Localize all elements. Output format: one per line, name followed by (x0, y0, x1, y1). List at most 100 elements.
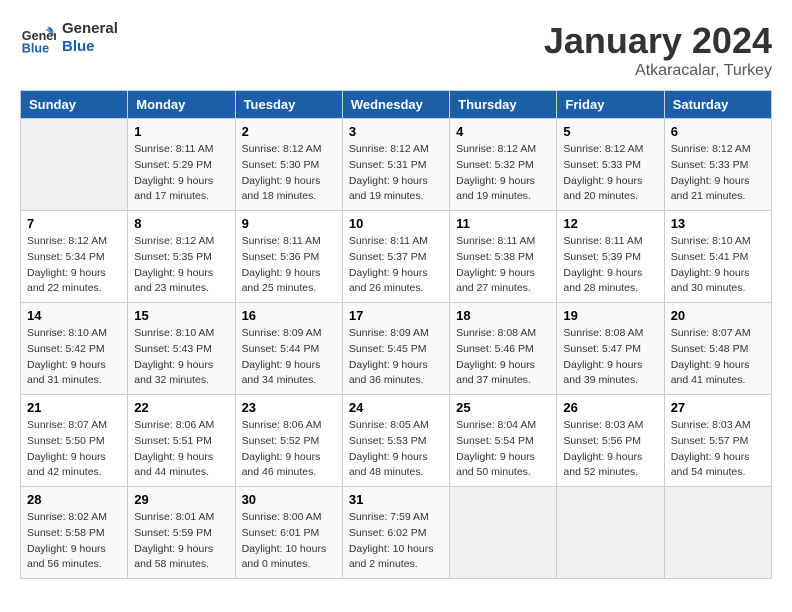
day-info: Sunrise: 8:09 AMSunset: 5:44 PMDaylight:… (242, 326, 336, 389)
weekday-header-wednesday: Wednesday (342, 91, 449, 119)
calendar-cell: 30 Sunrise: 8:00 AMSunset: 6:01 PMDayligh… (235, 487, 342, 579)
calendar-cell: 3 Sunrise: 8:12 AMSunset: 5:31 PMDaylight… (342, 119, 449, 211)
day-number: 19 (563, 308, 657, 323)
day-info: Sunrise: 8:11 AMSunset: 5:37 PMDaylight:… (349, 234, 443, 297)
day-number: 24 (349, 400, 443, 415)
day-info: Sunrise: 8:12 AMSunset: 5:34 PMDaylight:… (27, 234, 121, 297)
page-header: General Blue General Blue January 2024 A… (20, 20, 772, 80)
title-block: January 2024 Atkaracalar, Turkey (544, 20, 772, 80)
day-number: 7 (27, 216, 121, 231)
day-info: Sunrise: 8:12 AMSunset: 5:35 PMDaylight:… (134, 234, 228, 297)
day-number: 22 (134, 400, 228, 415)
day-info: Sunrise: 8:06 AMSunset: 5:51 PMDaylight:… (134, 418, 228, 481)
day-number: 8 (134, 216, 228, 231)
calendar-cell: 8 Sunrise: 8:12 AMSunset: 5:35 PMDaylight… (128, 211, 235, 303)
calendar-cell: 25 Sunrise: 8:04 AMSunset: 5:54 PMDayligh… (450, 395, 557, 487)
calendar-cell: 4Sunrise: 8:12 AMSunset: 5:32 PMDaylight… (450, 119, 557, 211)
day-number: 2 (242, 124, 336, 139)
day-number: 26 (563, 400, 657, 415)
day-number: 5 (563, 124, 657, 139)
weekday-header-sunday: Sunday (21, 91, 128, 119)
calendar-week-row: 21Sunrise: 8:07 AMSunset: 5:50 PMDayligh… (21, 395, 772, 487)
calendar-cell (450, 487, 557, 579)
day-info: Sunrise: 8:03 AMSunset: 5:57 PMDaylight:… (671, 418, 765, 481)
day-info: Sunrise: 8:11 AMSunset: 5:36 PMDaylight:… (242, 234, 336, 297)
day-number: 3 (349, 124, 443, 139)
day-number: 25 (456, 400, 550, 415)
svg-text:Blue: Blue (22, 41, 49, 55)
weekday-header-thursday: Thursday (450, 91, 557, 119)
day-info: Sunrise: 8:12 AMSunset: 5:33 PMDaylight:… (671, 142, 765, 205)
day-info: Sunrise: 8:10 AMSunset: 5:42 PMDaylight:… (27, 326, 121, 389)
day-number: 29 (134, 492, 228, 507)
calendar-table: SundayMondayTuesdayWednesdayThursdayFrid… (20, 90, 772, 579)
logo-blue: Blue (62, 38, 118, 56)
day-number: 27 (671, 400, 765, 415)
day-number: 4 (456, 124, 550, 139)
day-number: 16 (242, 308, 336, 323)
calendar-cell: 29 Sunrise: 8:01 AMSunset: 5:59 PMDayligh… (128, 487, 235, 579)
calendar-cell (664, 487, 771, 579)
day-info: Sunrise: 8:10 AMSunset: 5:43 PMDaylight:… (134, 326, 228, 389)
day-info: Sunrise: 8:08 AMSunset: 5:46 PMDaylight:… (456, 326, 550, 389)
day-number: 23 (242, 400, 336, 415)
logo-icon: General Blue (20, 20, 56, 56)
calendar-cell: 6 Sunrise: 8:12 AMSunset: 5:33 PMDaylight… (664, 119, 771, 211)
day-info: Sunrise: 8:12 AMSunset: 5:31 PMDaylight:… (349, 142, 443, 205)
calendar-week-row: 7 Sunrise: 8:12 AMSunset: 5:34 PMDaylight… (21, 211, 772, 303)
calendar-cell: 18 Sunrise: 8:08 AMSunset: 5:46 PMDayligh… (450, 303, 557, 395)
calendar-cell: 15 Sunrise: 8:10 AMSunset: 5:43 PMDayligh… (128, 303, 235, 395)
day-info: Sunrise: 8:07 AMSunset: 5:50 PMDaylight:… (27, 418, 121, 481)
calendar-cell: 23 Sunrise: 8:06 AMSunset: 5:52 PMDayligh… (235, 395, 342, 487)
calendar-cell: 20Sunrise: 8:07 AMSunset: 5:48 PMDayligh… (664, 303, 771, 395)
calendar-cell: 14Sunrise: 8:10 AMSunset: 5:42 PMDayligh… (21, 303, 128, 395)
day-info: Sunrise: 8:12 AMSunset: 5:30 PMDaylight:… (242, 142, 336, 205)
calendar-cell: 19Sunrise: 8:08 AMSunset: 5:47 PMDayligh… (557, 303, 664, 395)
day-number: 13 (671, 216, 765, 231)
calendar-cell (21, 119, 128, 211)
calendar-cell: 12 Sunrise: 8:11 AMSunset: 5:39 PMDayligh… (557, 211, 664, 303)
calendar-cell: 16 Sunrise: 8:09 AMSunset: 5:44 PMDayligh… (235, 303, 342, 395)
day-info: Sunrise: 8:12 AMSunset: 5:33 PMDaylight:… (563, 142, 657, 205)
day-info: Sunrise: 8:05 AMSunset: 5:53 PMDaylight:… (349, 418, 443, 481)
day-number: 11 (456, 216, 550, 231)
day-info: Sunrise: 8:10 AMSunset: 5:41 PMDaylight:… (671, 234, 765, 297)
calendar-cell: 11 Sunrise: 8:11 AMSunset: 5:38 PMDayligh… (450, 211, 557, 303)
day-info: Sunrise: 8:04 AMSunset: 5:54 PMDaylight:… (456, 418, 550, 481)
day-info: Sunrise: 8:06 AMSunset: 5:52 PMDaylight:… (242, 418, 336, 481)
calendar-cell: 21Sunrise: 8:07 AMSunset: 5:50 PMDayligh… (21, 395, 128, 487)
day-number: 17 (349, 308, 443, 323)
day-number: 31 (349, 492, 443, 507)
day-info: Sunrise: 8:11 AMSunset: 5:38 PMDaylight:… (456, 234, 550, 297)
weekday-header-friday: Friday (557, 91, 664, 119)
day-number: 1 (134, 124, 228, 139)
calendar-cell: 1Sunrise: 8:11 AMSunset: 5:29 PMDaylight… (128, 119, 235, 211)
calendar-week-row: 28Sunrise: 8:02 AMSunset: 5:58 PMDayligh… (21, 487, 772, 579)
calendar-week-row: 1Sunrise: 8:11 AMSunset: 5:29 PMDaylight… (21, 119, 772, 211)
day-number: 18 (456, 308, 550, 323)
day-info: Sunrise: 8:01 AMSunset: 5:59 PMDaylight:… (134, 510, 228, 573)
calendar-week-row: 14Sunrise: 8:10 AMSunset: 5:42 PMDayligh… (21, 303, 772, 395)
weekday-header-tuesday: Tuesday (235, 91, 342, 119)
calendar-cell: 28Sunrise: 8:02 AMSunset: 5:58 PMDayligh… (21, 487, 128, 579)
calendar-cell: 2 Sunrise: 8:12 AMSunset: 5:30 PMDaylight… (235, 119, 342, 211)
day-number: 30 (242, 492, 336, 507)
calendar-body: 1Sunrise: 8:11 AMSunset: 5:29 PMDaylight… (21, 119, 772, 579)
calendar-cell: 17Sunrise: 8:09 AMSunset: 5:45 PMDayligh… (342, 303, 449, 395)
calendar-cell: 31 Sunrise: 7:59 AMSunset: 6:02 PMDayligh… (342, 487, 449, 579)
day-info: Sunrise: 8:11 AMSunset: 5:39 PMDaylight:… (563, 234, 657, 297)
day-number: 6 (671, 124, 765, 139)
day-number: 12 (563, 216, 657, 231)
weekday-header-monday: Monday (128, 91, 235, 119)
day-info: Sunrise: 7:59 AMSunset: 6:02 PMDaylight:… (349, 510, 443, 573)
day-number: 15 (134, 308, 228, 323)
day-number: 10 (349, 216, 443, 231)
day-info: Sunrise: 8:00 AMSunset: 6:01 PMDaylight:… (242, 510, 336, 573)
calendar-cell: 13 Sunrise: 8:10 AMSunset: 5:41 PMDayligh… (664, 211, 771, 303)
calendar-cell: 7 Sunrise: 8:12 AMSunset: 5:34 PMDaylight… (21, 211, 128, 303)
day-number: 9 (242, 216, 336, 231)
calendar-cell: 9 Sunrise: 8:11 AMSunset: 5:36 PMDaylight… (235, 211, 342, 303)
calendar-header: SundayMondayTuesdayWednesdayThursdayFrid… (21, 91, 772, 119)
calendar-cell: 5 Sunrise: 8:12 AMSunset: 5:33 PMDaylight… (557, 119, 664, 211)
month-title: January 2024 (544, 20, 772, 62)
